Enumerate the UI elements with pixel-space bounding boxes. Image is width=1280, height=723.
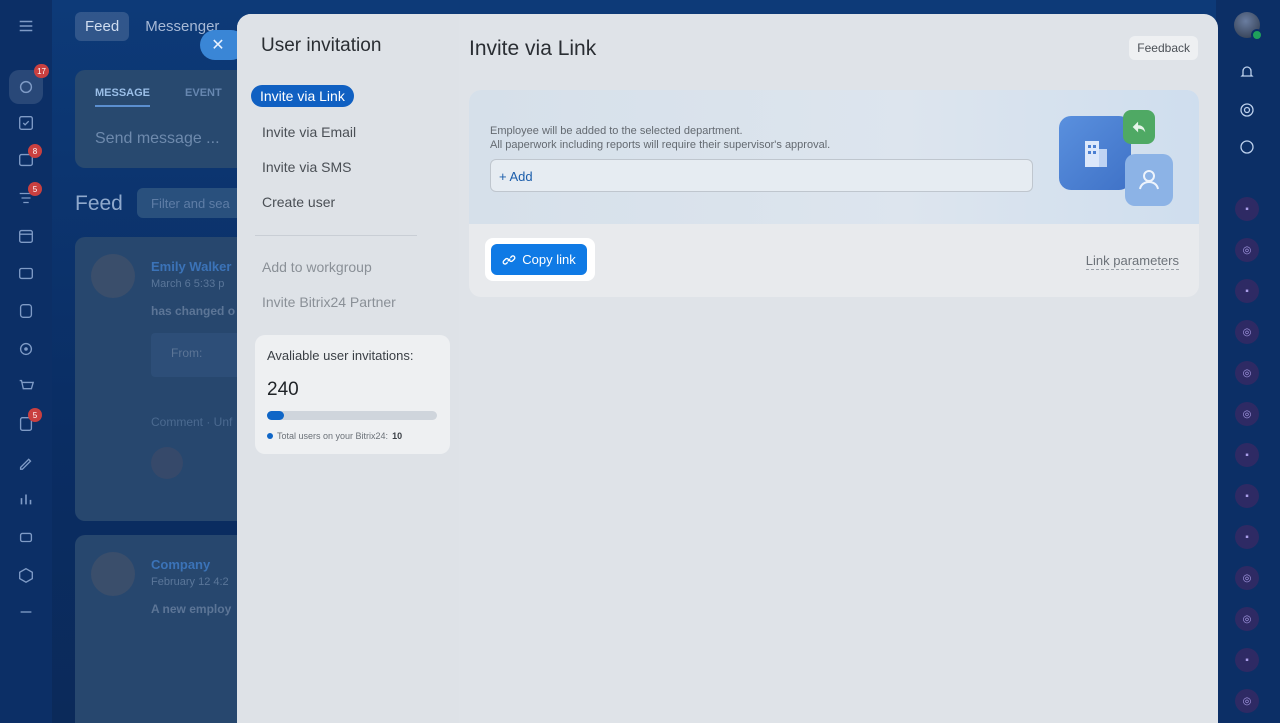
feed-title: Feed	[75, 192, 123, 215]
contact-icon[interactable]: ◎	[1235, 320, 1259, 344]
department-description: Employee will be added to the selected d…	[490, 124, 830, 152]
drive-icon[interactable]	[16, 263, 36, 283]
invitations-progress	[267, 411, 437, 420]
contact-icon[interactable]: ▪	[1235, 484, 1259, 508]
department-illustration	[1059, 110, 1179, 210]
crm-icon[interactable]: 8	[16, 144, 42, 170]
send-message-input[interactable]: Send message ...	[95, 130, 220, 148]
documents-icon[interactable]: 5	[16, 408, 42, 434]
bell-icon[interactable]	[1234, 59, 1260, 85]
tab-event[interactable]: EVENT	[185, 87, 222, 107]
copilot-icon[interactable]	[1234, 97, 1260, 123]
filter-badge: 5	[28, 182, 42, 196]
page-title: Invite via Link	[469, 37, 597, 60]
copy-link-highlight: Copy link	[485, 238, 595, 281]
menu-invite-via-link[interactable]: Invite via Link	[251, 85, 354, 107]
menu-create-user[interactable]: Create user	[262, 194, 335, 210]
department-section: Employee will be added to the selected d…	[469, 90, 1199, 224]
feedback-button[interactable]: Feedback	[1129, 36, 1198, 60]
building-icon	[1059, 116, 1131, 190]
contact-icon[interactable]: ◎	[1235, 689, 1259, 713]
left-sidebar: 17 8 5 5	[0, 0, 52, 723]
invitation-main: Invite via Link Feedback Employee will b…	[459, 14, 1218, 723]
total-users-label: Total users on your Bitrix24:	[277, 431, 389, 441]
post-date: February 12 4:2	[151, 576, 229, 588]
crm-badge: 8	[28, 144, 42, 158]
post-author[interactable]: Emily Walker	[151, 259, 231, 274]
menu-divider	[255, 235, 417, 236]
post-text: A new employ	[151, 602, 232, 616]
menu-add-to-workgroup[interactable]: Add to workgroup	[262, 259, 372, 275]
contact-icon[interactable]: ▪	[1235, 648, 1259, 672]
invitation-sidebar: User invitation Invite via Link Invite v…	[237, 14, 459, 723]
description-line: All paperwork including reports will req…	[490, 139, 831, 151]
contact-icon[interactable]: ◎	[1235, 607, 1259, 631]
link-icon	[502, 254, 516, 265]
post-comment-actions[interactable]: Comment · Unf	[151, 415, 232, 429]
description-line: Employee will be added to the selected d…	[490, 125, 743, 137]
menu-icon[interactable]	[16, 16, 36, 36]
menu-invite-via-email[interactable]: Invite via Email	[262, 124, 356, 140]
mail-icon[interactable]	[16, 301, 36, 321]
contact-icon[interactable]: ▪	[1235, 279, 1259, 303]
filter-icon[interactable]: 5	[16, 182, 42, 208]
analytics-icon[interactable]	[16, 489, 36, 509]
composer-tabs: MESSAGE EVENT	[95, 87, 222, 107]
available-invitations-box: Avaliable user invitations: 240 Total us…	[255, 335, 450, 454]
tab-message[interactable]: MESSAGE	[95, 87, 151, 107]
sidebar-title: User invitation	[261, 35, 382, 56]
copy-link-button[interactable]: Copy link	[491, 244, 587, 275]
avatar	[151, 447, 183, 479]
cart-icon[interactable]	[16, 376, 36, 396]
menu-invite-partner[interactable]: Invite Bitrix24 Partner	[262, 294, 396, 310]
add-department-field[interactable]: + Add	[490, 159, 1033, 192]
feed-post: Emily Walker March 6 5:33 p has changed …	[75, 237, 255, 521]
user-avatar[interactable]	[1234, 12, 1263, 41]
total-users: Total users on your Bitrix24: 10	[267, 431, 402, 441]
invitations-label: Avaliable user invitations:	[267, 348, 414, 363]
total-users-value: 10	[392, 431, 403, 441]
reply-arrow-icon	[1123, 110, 1155, 144]
contact-icon[interactable]: ◎	[1235, 361, 1259, 385]
post-author[interactable]: Company	[151, 557, 210, 572]
sign-icon[interactable]	[16, 452, 36, 472]
contact-icon[interactable]: ◎	[1235, 238, 1259, 262]
contact-icon[interactable]: ▪	[1235, 197, 1259, 221]
feed-composer: MESSAGE EVENT Send message ...	[75, 70, 255, 168]
tasks-icon[interactable]	[16, 113, 36, 133]
avatar[interactable]	[91, 254, 135, 298]
robot-icon[interactable]	[16, 527, 36, 547]
post-text: has changed o	[151, 304, 236, 318]
legend-dot-icon	[267, 433, 273, 439]
box-icon[interactable]	[16, 565, 36, 585]
link-parameters-button[interactable]: Link parameters	[1085, 253, 1179, 270]
copy-link-label: Copy link	[522, 252, 576, 267]
user-invitation-slider: User invitation Invite via Link Invite v…	[237, 14, 1218, 723]
contact-icon[interactable]: ◎	[1235, 402, 1259, 426]
documents-badge: 5	[28, 408, 42, 422]
notification-badge: 17	[34, 64, 49, 78]
invitations-count: 240	[267, 379, 299, 400]
users-icon	[1125, 154, 1173, 206]
contact-icon[interactable]: ▪	[1235, 525, 1259, 549]
avatar[interactable]	[91, 552, 135, 596]
post-date: March 6 5:33 p	[151, 278, 225, 290]
activity-pulse-icon[interactable]: 17	[9, 64, 49, 104]
contact-icon[interactable]: ▪	[1235, 443, 1259, 467]
close-icon: ✕	[211, 37, 225, 54]
search-chat-icon[interactable]	[1234, 134, 1260, 160]
feed-post: Company February 12 4:2 A new employ	[75, 535, 255, 723]
calendar-icon[interactable]	[16, 226, 36, 246]
invitations-progress-fill	[267, 411, 284, 420]
menu-invite-via-sms[interactable]: Invite via SMS	[262, 159, 351, 175]
online-status-icon	[1251, 29, 1263, 41]
right-sidebar: ▪ ◎ ▪ ◎ ◎ ◎ ▪ ▪ ▪ ◎ ◎ ▪ ◎	[1216, 0, 1280, 723]
target-icon[interactable]	[16, 339, 36, 359]
tab-feed[interactable]: Feed	[75, 12, 130, 41]
invite-link-card: Employee will be added to the selected d…	[469, 90, 1199, 297]
more-icon[interactable]	[16, 602, 36, 622]
contact-icon[interactable]: ◎	[1235, 566, 1259, 590]
